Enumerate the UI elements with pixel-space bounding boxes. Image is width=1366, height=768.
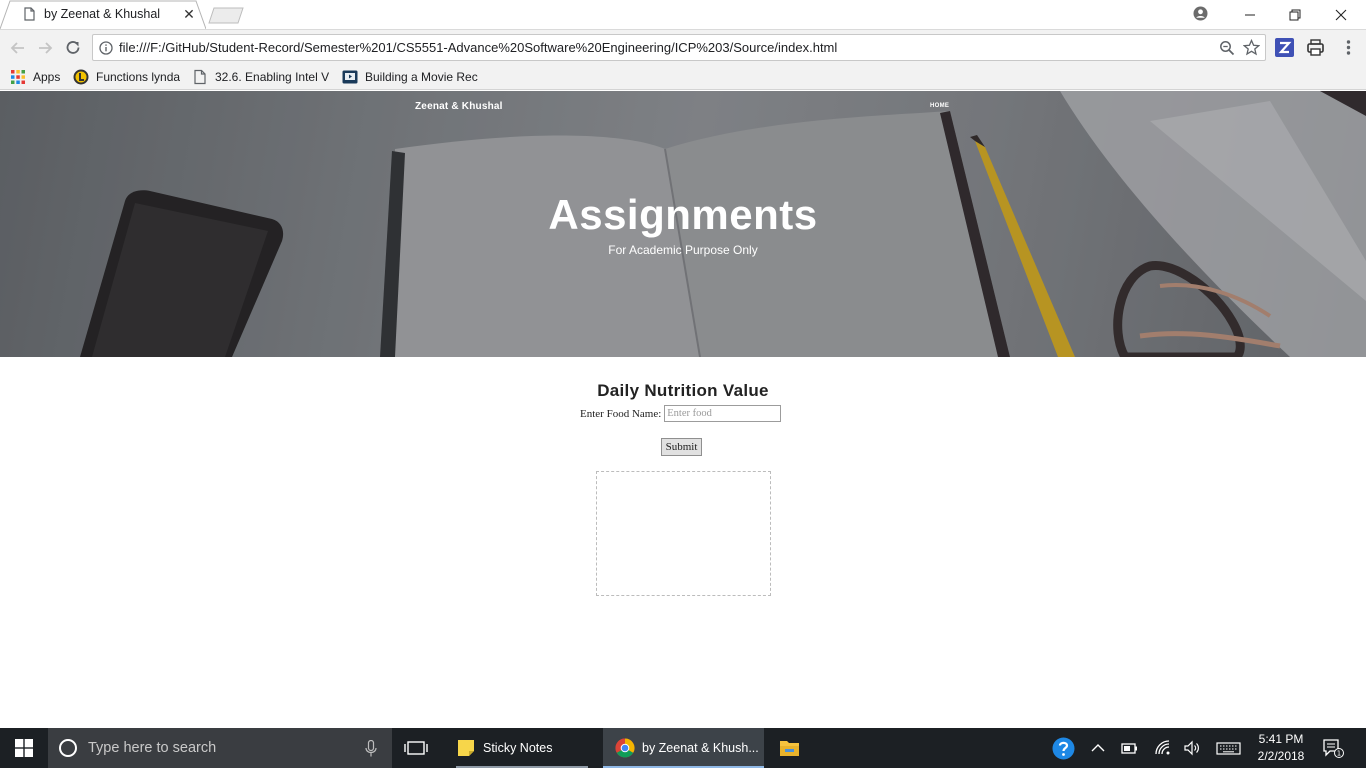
wifi-icon[interactable] bbox=[1154, 739, 1172, 757]
food-form-row: Enter Food Name: bbox=[580, 405, 782, 422]
battery-icon[interactable] bbox=[1120, 739, 1138, 757]
taskbar-app-label: Sticky Notes bbox=[483, 741, 553, 755]
site-brand[interactable]: Zeenat & Khushal bbox=[415, 101, 503, 112]
forward-icon[interactable] bbox=[36, 39, 54, 57]
hero-title: Assignments bbox=[548, 191, 818, 238]
bookmark-label: Building a Movie Rec bbox=[365, 70, 478, 84]
restore-icon bbox=[1289, 9, 1301, 20]
nav-home-link[interactable]: HOME bbox=[930, 103, 949, 109]
task-view-icon[interactable] bbox=[404, 739, 428, 757]
url-text[interactable]: file:///F:/GitHub/Student-Record/Semeste… bbox=[119, 40, 837, 55]
bookmarks-bar: Apps Functions lynda 32.6. Enabling Inte… bbox=[0, 65, 1366, 90]
taskbar-app-sticky-notes[interactable]: Sticky Notes bbox=[447, 728, 598, 768]
section-title: Daily Nutrition Value bbox=[597, 381, 769, 400]
taskbar-search-placeholder: Type here to search bbox=[88, 740, 217, 756]
notification-count: 1 bbox=[1337, 750, 1341, 758]
bookmark-functions-lynda[interactable]: Functions lynda bbox=[73, 68, 180, 86]
submit-button[interactable]: Submit bbox=[661, 438, 702, 456]
zoom-icon[interactable] bbox=[1219, 40, 1235, 56]
video-icon bbox=[342, 70, 358, 84]
bookmark-movie-rec[interactable]: Building a Movie Rec bbox=[342, 68, 478, 86]
web-page: Zeenat & Khushal HOME Assignments For Ac… bbox=[0, 91, 1366, 728]
zotero-extension-icon[interactable] bbox=[1275, 38, 1294, 57]
action-center-icon[interactable]: 1 bbox=[1322, 738, 1344, 758]
browser-titlebar: by Zeenat & Khushal ✕ bbox=[0, 0, 1366, 29]
nutrition-result-box bbox=[596, 471, 771, 596]
chrome-icon bbox=[615, 738, 635, 758]
browser-tab-active[interactable]: by Zeenat & Khushal ✕ bbox=[0, 0, 206, 29]
system-clock[interactable]: 5:41 PM 2/2/2018 bbox=[1252, 731, 1310, 765]
close-icon bbox=[1335, 9, 1347, 20]
windows-taskbar: Type here to search Sticky Notes by Zeen… bbox=[0, 728, 1366, 768]
taskbar-app-label: by Zeenat & Khush... bbox=[642, 741, 759, 755]
hero-header: Zeenat & Khushal HOME Assignments For Ac… bbox=[0, 91, 1366, 357]
minimize-icon bbox=[1245, 14, 1255, 15]
taskbar-search-box[interactable]: Type here to search bbox=[48, 728, 392, 768]
keyboard-icon[interactable] bbox=[1216, 739, 1241, 757]
windows-logo-icon bbox=[15, 739, 33, 757]
reload-icon[interactable] bbox=[64, 39, 82, 57]
clock-time: 5:41 PM bbox=[1258, 732, 1304, 746]
bookmark-star-icon[interactable] bbox=[1243, 39, 1260, 56]
bookmark-label: Functions lynda bbox=[96, 70, 181, 84]
address-bar[interactable]: file:///F:/GitHub/Student-Record/Semeste… bbox=[92, 34, 1266, 61]
hero-subtitle: For Academic Purpose Only bbox=[608, 243, 758, 257]
chevron-up-icon[interactable] bbox=[1089, 739, 1107, 757]
page-icon bbox=[24, 7, 35, 21]
food-name-input[interactable] bbox=[664, 405, 782, 422]
sticky-notes-icon bbox=[458, 740, 474, 756]
minimize-button[interactable] bbox=[1227, 0, 1273, 29]
microphone-icon[interactable] bbox=[365, 740, 377, 757]
print-extension-icon[interactable] bbox=[1306, 38, 1325, 57]
taskbar-app-chrome[interactable]: by Zeenat & Khush... bbox=[603, 728, 764, 768]
volume-icon[interactable] bbox=[1183, 739, 1201, 757]
tab-title: by Zeenat & Khushal bbox=[44, 7, 161, 21]
bookmark-label: 32.6. Enabling Intel V bbox=[215, 70, 329, 84]
start-button[interactable] bbox=[0, 728, 48, 768]
info-icon[interactable] bbox=[99, 41, 113, 55]
browser-toolbar: file:///F:/GitHub/Student-Record/Semeste… bbox=[0, 29, 1366, 65]
page-icon bbox=[194, 69, 206, 85]
close-window-button[interactable] bbox=[1318, 0, 1364, 29]
profile-icon[interactable] bbox=[1193, 6, 1208, 21]
bookmark-apps[interactable]: Apps bbox=[10, 68, 60, 86]
apps-grid-icon bbox=[11, 70, 25, 84]
menu-kebab-icon[interactable] bbox=[1339, 38, 1358, 57]
bookmark-enabling-intel[interactable]: 32.6. Enabling Intel V bbox=[192, 68, 329, 86]
bookmark-label: Apps bbox=[33, 70, 61, 84]
cortana-icon bbox=[59, 739, 77, 757]
file-explorer-icon[interactable] bbox=[779, 738, 800, 757]
lynda-icon bbox=[73, 69, 89, 85]
clock-date: 2/2/2018 bbox=[1257, 749, 1305, 763]
food-name-label: Enter Food Name: bbox=[580, 407, 662, 420]
tab-close-icon[interactable]: ✕ bbox=[182, 7, 196, 21]
restore-button[interactable] bbox=[1272, 0, 1318, 29]
back-icon[interactable] bbox=[9, 39, 27, 57]
help-icon[interactable] bbox=[1052, 737, 1075, 760]
new-tab-button[interactable] bbox=[208, 7, 244, 24]
